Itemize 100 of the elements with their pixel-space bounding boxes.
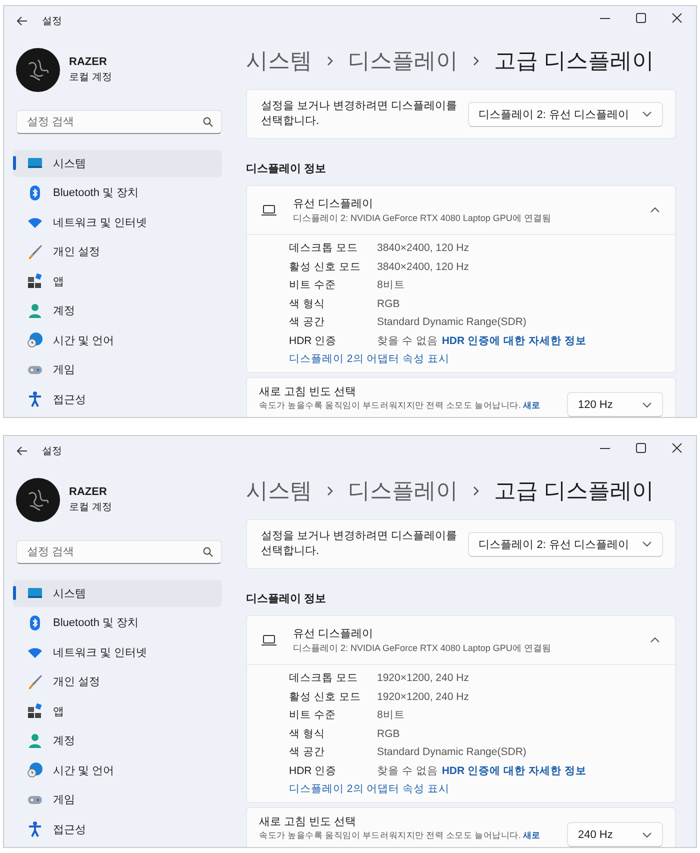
nav-item[interactable]: 계정 — [13, 728, 222, 754]
maximize-icon[interactable] — [636, 443, 646, 453]
hdr-info-link[interactable]: HDR 인증에 대한 자세한 정보 — [442, 334, 586, 348]
display-dropdown[interactable]: 디스플레이 2: 유선 디스플레이 — [468, 102, 663, 126]
accessibility-icon — [27, 821, 43, 838]
nav-item[interactable]: 앱 — [13, 268, 222, 294]
nav-item[interactable]: 개인 설정 — [13, 668, 222, 695]
nav-item[interactable]: 접근성 — [13, 386, 222, 412]
nav-item[interactable]: 시간 및 언어 — [13, 327, 222, 354]
nav-label: 접근성 — [53, 822, 86, 837]
breadcrumb-item: 고급 디스플레이 — [494, 47, 654, 75]
nav-item[interactable]: 네트워크 및 인터넷 — [13, 209, 222, 236]
info-value: Standard Dynamic Range(SDR) — [377, 746, 528, 758]
nav-label: 계정 — [53, 304, 75, 318]
maximize-icon[interactable] — [636, 13, 646, 23]
back-icon[interactable] — [16, 15, 28, 27]
info-label: 활성 신호 모드 — [289, 260, 362, 274]
info-value: 1920×1200, 240 Hz — [377, 672, 470, 684]
refresh-rate-dropdown[interactable]: 120 Hz — [567, 392, 663, 417]
nav-label: 네트워크 및 인터넷 — [53, 646, 148, 660]
nav-label: 게임 — [53, 363, 75, 378]
back-icon[interactable] — [16, 445, 28, 457]
nav-item[interactable]: 시스템 — [13, 580, 222, 606]
brush-icon — [27, 244, 43, 260]
info-label: 비트 수준 — [289, 278, 337, 292]
setting-description: 속도가 높을수록 움직임이 부드러워지지만 전력 소모도 늘어납니다. 새로 — [259, 400, 542, 410]
nav-label: 네트워크 및 인터넷 — [53, 216, 148, 230]
globe-clock-icon — [27, 762, 43, 778]
info-value: 1920×1200, 240 Hz — [377, 690, 470, 703]
setting-description: 속도가 높을수록 움직임이 부드러워지지만 전력 소모도 늘어납니다. 새로 — [259, 830, 542, 840]
chevron-icon — [326, 55, 334, 67]
display-name: 유선 디스플레이 — [293, 626, 374, 640]
nav-item[interactable]: 개인 설정 — [13, 238, 222, 265]
info-label: 색 형식 — [289, 726, 326, 741]
info-label: HDR 인증 — [289, 334, 338, 348]
info-value: 찾을 수 없음 — [377, 764, 438, 778]
instruction-text: 설정을 보거나 변경하려면 디스플레이를 선택합니다. — [261, 529, 458, 559]
apps-icon — [27, 703, 43, 720]
breadcrumb-item[interactable]: 시스템 — [246, 46, 312, 76]
adapter-link[interactable]: 디스플레이 2의 어댑터 속성 표시 — [289, 352, 665, 366]
hdr-info-link[interactable]: HDR 인증에 대한 자세한 정보 — [442, 764, 586, 778]
info-value: Standard Dynamic Range(SDR) — [377, 316, 528, 328]
nav-item[interactable]: 네트워크 및 인터넷 — [13, 639, 222, 666]
nav-label: Bluetooth 및 장치 — [53, 186, 139, 200]
adapter-link[interactable]: 디스플레이 2의 어댑터 속성 표시 — [289, 782, 665, 796]
account-name: RAZER — [69, 56, 108, 68]
nav-label: Bluetooth 및 장치 — [53, 616, 139, 630]
account-type: 로컬 계정 — [69, 71, 112, 84]
refresh-rate-dropdown[interactable]: 240 Hz — [567, 822, 663, 847]
nav-item[interactable]: 계정 — [13, 298, 222, 324]
section-heading: 디스플레이 정보 — [246, 592, 328, 606]
info-label: 활성 신호 모드 — [289, 690, 362, 704]
nav-label: 시간 및 언어 — [53, 334, 114, 348]
info-value: 3840×2400, 120 Hz — [377, 260, 470, 273]
info-value: 3840×2400, 120 Hz — [377, 242, 470, 254]
refresh-info-link[interactable]: 새로 — [522, 830, 541, 840]
nav-item[interactable]: 게임 — [13, 356, 222, 383]
info-label: 색 공간 — [289, 745, 326, 760]
info-label: 데스크톱 모드 — [289, 671, 359, 686]
nav-label: 계정 — [53, 734, 75, 748]
search-icon — [203, 547, 213, 557]
nav-item[interactable]: 시스템 — [13, 150, 222, 176]
display-dropdown[interactable]: 디스플레이 2: 유선 디스플레이 — [468, 532, 663, 556]
nav-item[interactable]: 시간 및 언어 — [13, 757, 222, 784]
window-title: 설정 — [42, 15, 62, 28]
display-connection: 디스플레이 2: NVIDIA GeForce RTX 4080 Laptop GPU에 연결됨 — [293, 212, 551, 224]
display-connection: 디스플레이 2: NVIDIA GeForce RTX 4080 Laptop GPU에 연결됨 — [293, 642, 551, 654]
chevron-icon — [326, 485, 334, 497]
nav-label: 시스템 — [53, 586, 86, 601]
nav-item[interactable]: 게임 — [13, 786, 222, 813]
apps-icon — [27, 273, 43, 290]
account-type: 로컬 계정 — [69, 501, 112, 514]
globe-clock-icon — [27, 332, 43, 348]
breadcrumb-item[interactable]: 시스템 — [246, 476, 312, 506]
nav-label: 시간 및 언어 — [53, 764, 114, 778]
nav-label: 개인 설정 — [53, 675, 100, 690]
bluetooth-icon — [27, 614, 43, 631]
info-label: 색 형식 — [289, 296, 326, 311]
nav-label: 앱 — [53, 274, 64, 289]
setting-title: 새로 고침 빈도 선택 — [259, 816, 358, 830]
breadcrumb-item[interactable]: 디스플레이 — [348, 46, 458, 76]
info-value: 8비트 — [377, 708, 406, 722]
chevron-icon — [472, 55, 480, 67]
search-field[interactable]: 설정 검색 — [16, 110, 222, 134]
search-field[interactable]: 설정 검색 — [16, 540, 222, 564]
display-name: 유선 디스플레이 — [293, 196, 374, 210]
nav-item[interactable]: Bluetooth 및 장치 — [13, 610, 222, 636]
nav-label: 접근성 — [53, 392, 86, 407]
nav-item[interactable]: 접근성 — [13, 816, 222, 842]
setting-title: 새로 고침 빈도 선택 — [259, 386, 358, 400]
avatar — [16, 48, 60, 92]
nav-item[interactable]: 앱 — [13, 698, 222, 724]
laptop-icon — [261, 634, 277, 646]
nav-item[interactable]: Bluetooth 및 장치 — [13, 180, 222, 206]
breadcrumb-item[interactable]: 디스플레이 — [348, 476, 458, 506]
refresh-info-link[interactable]: 새로 — [522, 400, 541, 410]
close-icon[interactable] — [672, 443, 682, 453]
window-title: 설정 — [42, 445, 62, 458]
close-icon[interactable] — [672, 13, 682, 23]
info-label: HDR 인증 — [289, 764, 338, 778]
